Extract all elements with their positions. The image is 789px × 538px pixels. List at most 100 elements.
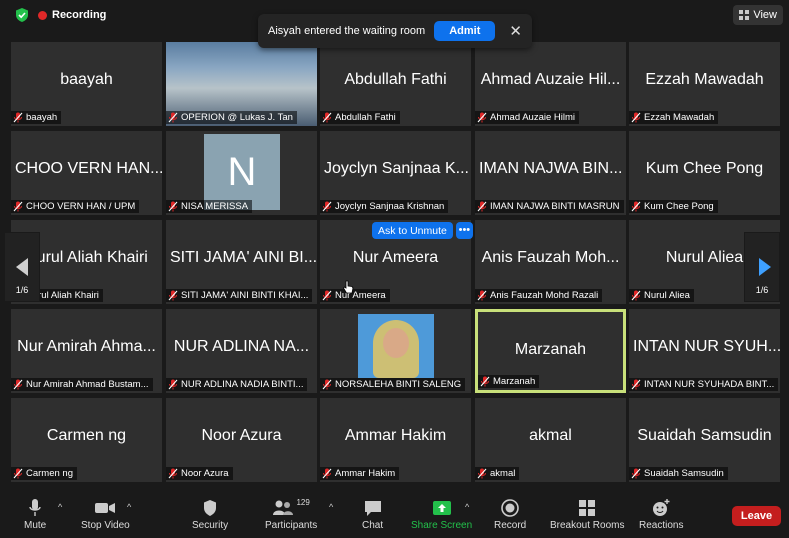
close-icon[interactable]: ✕ [509, 24, 522, 39]
participant-tile[interactable]: Carmen ng Carmen ng [11, 398, 162, 482]
participant-tile[interactable]: NUR ADLINA NA... NUR ADLINA NADIA BINTI..… [166, 309, 317, 393]
participant-name-label: Marzanah [478, 375, 540, 388]
participant-name-text: SITI JAMA' AINI BINTI KHAI... [181, 290, 309, 301]
participant-tile[interactable]: NORSALEHA BINTI SALENG [320, 309, 471, 393]
muted-mic-icon [322, 201, 332, 212]
participant-name-text: OPERION @ Lukas J. Tan [181, 112, 293, 123]
participant-name-text: Ammar Hakim [335, 468, 396, 479]
muted-mic-icon [322, 379, 332, 390]
participant-name-text: Abdullah Fathi [335, 112, 396, 123]
participant-name-label: Nurul Aliea [629, 289, 694, 302]
record-button[interactable]: Record [494, 498, 526, 531]
chat-button[interactable]: Chat [362, 498, 383, 531]
leave-button[interactable]: Leave [732, 506, 781, 526]
participant-tile[interactable]: Kum Chee Pong Kum Chee Pong [629, 131, 780, 215]
muted-mic-icon [477, 468, 487, 479]
participant-name-text: Kum Chee Pong [644, 201, 714, 212]
participant-tile[interactable]: SITI JAMA' AINI BI... SITI JAMA' AINI BIN… [166, 220, 317, 304]
reactions-button[interactable]: Reactions [639, 498, 683, 531]
participant-tile[interactable]: Nur Amirah Ahma... Nur Amirah Ahmad Busta… [11, 309, 162, 393]
participant-tile[interactable]: Suaidah Samsudin Suaidah Samsudin [629, 398, 780, 482]
participants-options-caret-icon[interactable]: ^ [329, 502, 333, 512]
page-indicator-left: 1/6 [15, 285, 29, 295]
participant-name-label: INTAN NUR SYUHADA BINT... [629, 378, 779, 391]
participant-name-label: Abdullah Fathi [320, 111, 400, 124]
security-shield-icon [204, 500, 217, 516]
participant-display-name: CHOO VERN HAN... [15, 160, 162, 177]
muted-mic-icon [13, 468, 23, 479]
share-screen-icon [432, 501, 451, 515]
participant-tile[interactable]: Ammar Hakim Ammar Hakim [320, 398, 471, 482]
recording-indicator[interactable]: Recording [38, 9, 106, 21]
participant-display-name: Noor Azura [201, 427, 282, 444]
participant-name-label: NUR ADLINA NADIA BINTI... [166, 378, 308, 391]
participants-icon [273, 500, 294, 515]
participant-name-label: NISA MERISSA [166, 200, 253, 213]
participant-tile[interactable]: Ezzah Mawadah Ezzah Mawadah [629, 42, 780, 126]
participant-tile[interactable]: Joyclyn Sanjnaa K... Joyclyn Sanjnaa Kris… [320, 131, 471, 215]
next-page-button[interactable]: 1/6 [744, 232, 780, 302]
participant-tile[interactable]: IMAN NAJWA BIN... IMAN NAJWA BINTI MASRUN [475, 131, 626, 215]
muted-mic-icon [168, 468, 178, 479]
more-options-button[interactable]: ••• [455, 222, 473, 239]
participant-tile[interactable]: Abdullah Fathi Abdullah Fathi [320, 42, 471, 126]
participant-name-label: Ammar Hakim [320, 467, 400, 480]
participant-name-label: OPERION @ Lukas J. Tan [166, 111, 297, 124]
participant-name-label: Anis Fauzah Mohd Razali [475, 289, 603, 302]
ask-to-unmute-button[interactable]: Ask to Unmute [372, 222, 453, 239]
mute-options-caret-icon[interactable]: ^ [58, 502, 62, 512]
participant-display-name: Carmen ng [46, 427, 127, 444]
stop-video-button[interactable]: Stop Video [81, 498, 130, 531]
participant-name-label: Joyclyn Sanjnaa Krishnan [320, 200, 449, 213]
breakout-rooms-button[interactable]: Breakout Rooms [550, 498, 624, 531]
participant-display-name: Joyclyn Sanjnaa K... [324, 160, 469, 177]
share-options-caret-icon[interactable]: ^ [465, 502, 469, 512]
participant-tile[interactable]: N NISA MERISSA [166, 131, 317, 215]
participant-tile[interactable]: baayah baayah [11, 42, 162, 126]
smiley-plus-icon [653, 499, 670, 516]
participant-tile[interactable]: OPERION @ Lukas J. Tan [166, 42, 317, 126]
participant-tile[interactable]: Noor Azura Noor Azura [166, 398, 317, 482]
participant-tile[interactable]: Marzanah Marzanah [475, 309, 626, 393]
page-indicator-right: 1/6 [755, 285, 769, 295]
tile-hover-actions: Ask to Unmute ••• [372, 222, 473, 239]
security-shield-icon[interactable] [14, 7, 30, 23]
participant-name-text: akmal [490, 468, 516, 479]
arrow-left-icon [16, 258, 28, 276]
admit-button[interactable]: Admit [434, 21, 496, 41]
muted-mic-icon [631, 112, 641, 123]
previous-page-button[interactable]: 1/6 [4, 232, 40, 302]
participants-count: 129 [296, 498, 310, 507]
participant-display-name: Anis Fauzah Moh... [481, 249, 620, 266]
participant-tile[interactable]: akmal akmal [475, 398, 626, 482]
mute-button[interactable]: Mute [24, 498, 46, 531]
share-screen-button[interactable]: Share Screen [411, 498, 472, 531]
view-label: View [753, 9, 777, 21]
muted-mic-icon [477, 201, 487, 212]
participant-grid: baayah baayah OPERION @ Lukas J. Tan Abdull… [11, 42, 780, 484]
participant-name-text: Ezzah Mawadah [644, 112, 715, 123]
participant-display-name: Nur Amirah Ahma... [17, 338, 156, 355]
security-button[interactable]: Security [192, 498, 228, 531]
video-options-caret-icon[interactable]: ^ [127, 502, 131, 512]
participant-name-label: SITI JAMA' AINI BINTI KHAI... [166, 289, 313, 302]
participant-name-label: CHOO VERN HAN / UPM [11, 200, 140, 213]
participant-tile[interactable]: CHOO VERN HAN... CHOO VERN HAN / UPM [11, 131, 162, 215]
participant-name-text: Joyclyn Sanjnaa Krishnan [335, 201, 445, 212]
participant-tile[interactable]: Ahmad Auzaie Hil... Ahmad Auzaie Hilmi [475, 42, 626, 126]
participant-display-name: Suaidah Samsudin [637, 427, 772, 444]
participant-display-name: Abdullah Fathi [344, 71, 447, 88]
muted-mic-icon [631, 379, 641, 390]
muted-mic-icon [168, 201, 178, 212]
view-button[interactable]: View [733, 5, 783, 25]
record-icon [501, 499, 519, 517]
chat-bubble-icon [364, 501, 381, 516]
participants-button[interactable]: 129 Participants [265, 498, 317, 531]
participant-name-label: Carmen ng [11, 467, 77, 480]
participant-display-name: Nur Ameera [352, 249, 439, 266]
participant-name-label: Noor Azura [166, 467, 233, 480]
muted-mic-icon [168, 290, 178, 301]
participant-tile[interactable]: Anis Fauzah Moh... Anis Fauzah Mohd Razal… [475, 220, 626, 304]
muted-mic-icon [322, 290, 332, 301]
participant-tile[interactable]: INTAN NUR SYUH... INTAN NUR SYUHADA BINT.… [629, 309, 780, 393]
